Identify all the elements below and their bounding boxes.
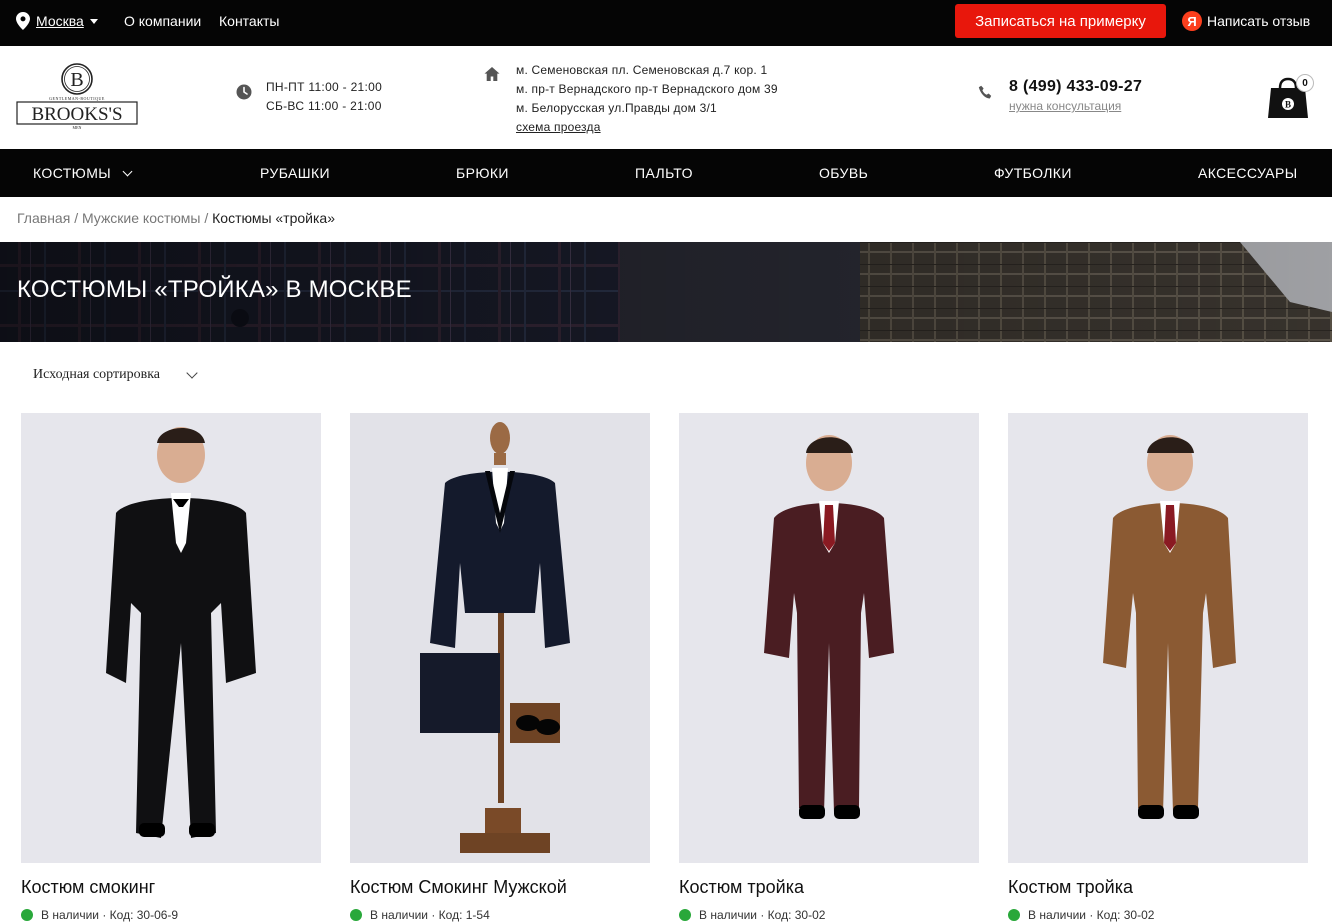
address-vernadskogo: м. пр-т Вернадского пр-т Вернадского дом… bbox=[516, 82, 778, 96]
hours-weekdays: ПН-ПТ 11:00 - 21:00 bbox=[266, 80, 383, 94]
breadcrumb: Главная / Мужские костюмы / Костюмы «тро… bbox=[17, 210, 335, 226]
breadcrumb-home[interactable]: Главная bbox=[17, 210, 70, 226]
caret-down-icon bbox=[89, 18, 98, 24]
nav-item-accessories[interactable]: АКСЕССУАРЫ bbox=[1198, 149, 1298, 197]
write-review-label: Написать отзыв bbox=[1207, 13, 1311, 29]
sort-label: Исходная сортировка bbox=[33, 367, 161, 382]
tuxedo-model-image bbox=[21, 413, 321, 863]
product-photo[interactable] bbox=[21, 413, 321, 863]
fitting-signup-button[interactable]: Записаться на примерку bbox=[955, 4, 1166, 38]
city-name: Москва bbox=[36, 13, 84, 29]
top-bar: Москва О компании Контакты Записаться на… bbox=[0, 0, 1332, 46]
stock-status: В наличии · Код: 30-06-9 bbox=[21, 908, 321, 922]
store-addresses: м. Семеновская пл. Семеновская д.7 кор. … bbox=[484, 61, 778, 137]
breadcrumb-separator: / bbox=[74, 210, 79, 226]
logo-small-bottom: MEN bbox=[73, 125, 82, 130]
stock-status: В наличии · Код: 30-02 bbox=[1008, 908, 1308, 922]
clock-icon bbox=[236, 84, 252, 100]
product-name[interactable]: Костюм смокинг bbox=[21, 877, 321, 898]
burgundy-suit-model-image bbox=[679, 413, 979, 863]
in-stock-icon bbox=[679, 909, 691, 921]
category-banner: КОСТЮМЫ «ТРОЙКА» В МОСКВЕ bbox=[0, 242, 1332, 342]
mannequin-suit-image bbox=[350, 413, 650, 863]
stock-text: В наличии · Код: 30-02 bbox=[1028, 908, 1155, 922]
nav-item-tshirts[interactable]: ФУТБОЛКИ bbox=[994, 149, 1072, 197]
phone-number[interactable]: 8 (499) 433-09-27 bbox=[1009, 77, 1142, 97]
consultation-link[interactable]: нужна консультация bbox=[1009, 97, 1142, 115]
route-map-link[interactable]: схема проезда bbox=[516, 118, 778, 137]
nav-item-shirts[interactable]: РУБАШКИ bbox=[260, 149, 330, 197]
in-stock-icon bbox=[1008, 909, 1020, 921]
phone-icon bbox=[978, 85, 992, 99]
product-card[interactable]: Костюм Смокинг Мужской В наличии · Код: … bbox=[350, 413, 650, 922]
breadcrumb-mens-suits[interactable]: Мужские костюмы bbox=[82, 210, 200, 226]
chevron-down-icon bbox=[122, 166, 133, 176]
brown-suit-model-image bbox=[1008, 413, 1308, 863]
nav-item-coats[interactable]: ПАЛЬТО bbox=[635, 149, 693, 197]
write-review-link[interactable]: Я Написать отзыв bbox=[1182, 11, 1310, 31]
logo-text: BROOKS'S bbox=[31, 104, 122, 125]
contacts-link[interactable]: Контакты bbox=[219, 13, 279, 29]
home-icon bbox=[484, 67, 500, 81]
cart-count-badge: 0 bbox=[1296, 74, 1314, 92]
logo-letter: B bbox=[70, 69, 83, 91]
nav-item-trousers[interactable]: БРЮКИ bbox=[456, 149, 509, 197]
chevron-down-icon bbox=[186, 367, 198, 379]
cart-button[interactable]: B 0 bbox=[1266, 74, 1318, 122]
city-selector[interactable]: Москва bbox=[16, 12, 98, 30]
stock-text: В наличии · Код: 30-02 bbox=[699, 908, 826, 922]
main-nav: КОСТЮМЫ РУБАШКИ БРЮКИ ПАЛЬТО ОБУВЬ ФУТБО… bbox=[0, 149, 1332, 197]
product-name[interactable]: Костюм тройка bbox=[1008, 877, 1308, 898]
location-pin-icon bbox=[16, 12, 30, 30]
sort-dropdown[interactable]: Исходная сортировка bbox=[33, 367, 198, 383]
nav-item-suits[interactable]: КОСТЮМЫ bbox=[33, 149, 133, 197]
stock-status: В наличии · Код: 1-54 bbox=[350, 908, 650, 922]
about-link[interactable]: О компании bbox=[124, 13, 201, 29]
product-card[interactable]: Костюм тройка В наличии · Код: 30-02 bbox=[679, 413, 979, 922]
product-card[interactable]: Костюм тройка В наличии · Код: 30-02 bbox=[1008, 413, 1308, 922]
stock-text: В наличии · Код: 1-54 bbox=[370, 908, 490, 922]
header: B GENTLEMAN-BOUTIQUE BROOKS'S MEN ПН-ПТ … bbox=[0, 46, 1332, 149]
nav-item-shoes[interactable]: ОБУВЬ bbox=[819, 149, 868, 197]
in-stock-icon bbox=[21, 909, 33, 921]
stock-status: В наличии · Код: 30-02 bbox=[679, 908, 979, 922]
logo-small-top: GENTLEMAN-BOUTIQUE bbox=[49, 96, 105, 101]
yandex-icon: Я bbox=[1182, 11, 1202, 31]
hours-weekends: СБ-ВС 11:00 - 21:00 bbox=[266, 99, 382, 113]
product-card[interactable]: Костюм смокинг В наличии · Код: 30-06-9 bbox=[21, 413, 321, 922]
brooks-logo[interactable]: B GENTLEMAN-BOUTIQUE BROOKS'S MEN bbox=[16, 62, 138, 130]
product-photo[interactable] bbox=[350, 413, 650, 863]
breadcrumb-separator: / bbox=[204, 210, 209, 226]
product-name[interactable]: Костюм Смокинг Мужской bbox=[350, 877, 650, 898]
page-title: КОСТЮМЫ «ТРОЙКА» В МОСКВЕ bbox=[17, 276, 412, 303]
phone-block: 8 (499) 433-09-27 нужна консультация bbox=[978, 77, 1142, 115]
address-belorusskaya: м. Белорусская ул.Правды дом 3/1 bbox=[516, 101, 717, 115]
breadcrumb-current: Костюмы «тройка» bbox=[212, 210, 335, 226]
product-name[interactable]: Костюм тройка bbox=[679, 877, 979, 898]
stock-text: В наличии · Код: 30-06-9 bbox=[41, 908, 179, 922]
product-photo[interactable] bbox=[1008, 413, 1308, 863]
address-semenovskaya: м. Семеновская пл. Семеновская д.7 кор. … bbox=[516, 63, 768, 77]
working-hours: ПН-ПТ 11:00 - 21:00 СБ-ВС 11:00 - 21:00 bbox=[236, 78, 382, 116]
nav-label-suits: КОСТЮМЫ bbox=[33, 165, 112, 181]
product-photo[interactable] bbox=[679, 413, 979, 863]
in-stock-icon bbox=[350, 909, 362, 921]
cart-letter: B bbox=[1285, 100, 1291, 110]
